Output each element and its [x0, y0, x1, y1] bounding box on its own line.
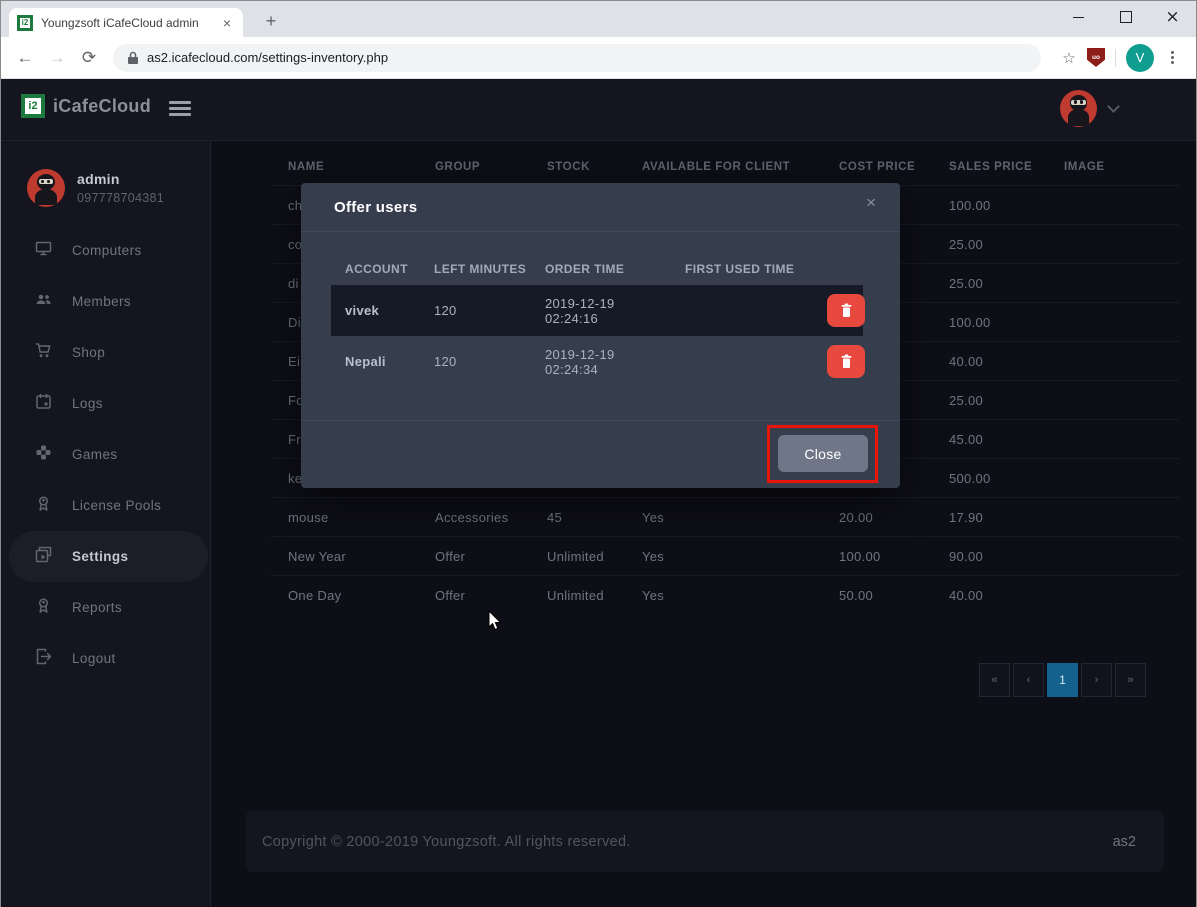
offer-user-row: Nepali 120 2019-12-19 02:24:34 — [331, 336, 863, 387]
delete-offer-user-button[interactable] — [827, 345, 865, 378]
maximize-button[interactable] — [1102, 1, 1149, 33]
user-avatar — [27, 169, 65, 207]
page-last[interactable]: » — [1115, 663, 1146, 697]
offer-users-modal: Offer users × ACCOUNT LEFT MINUTES ORDER… — [301, 183, 900, 488]
col-group: GROUP — [418, 149, 530, 185]
members-icon — [35, 291, 52, 313]
col-cost-price: COST PRICE — [822, 149, 932, 185]
sidebar-item-license-pools[interactable]: License Pools — [9, 480, 208, 531]
col-image: IMAGE — [1047, 149, 1179, 185]
minimize-icon — [1073, 17, 1084, 18]
col-available: AVAILABLE FOR CLIENT — [625, 149, 822, 185]
col-sales-price: SALES PRICE — [932, 149, 1047, 185]
refresh-button[interactable]: ⟳ — [75, 44, 103, 72]
user-name: admin — [77, 171, 164, 187]
address-bar[interactable]: as2.icafecloud.com/settings-inventory.ph… — [113, 44, 1041, 72]
mcol-account: ACCOUNT — [331, 262, 420, 276]
col-name: NAME — [271, 149, 418, 185]
bookmark-star-icon[interactable]: ☆ — [1055, 44, 1083, 72]
modal-table-body: vivek 120 2019-12-19 02:24:16 — [331, 285, 863, 387]
logo-text: iCafeCloud — [53, 96, 151, 117]
modal-table-header: ACCOUNT LEFT MINUTES ORDER TIME FIRST US… — [331, 262, 863, 276]
user-phone: 097778704381 — [77, 191, 164, 205]
reports-icon — [35, 597, 52, 619]
table-row[interactable]: One Day Offer Unlimited Yes 50.00 40.00 — [271, 575, 1179, 614]
icafecloud-logo-icon: i2 — [21, 94, 45, 118]
browser-menu-icon[interactable] — [1158, 51, 1186, 64]
computers-icon — [35, 240, 52, 262]
sidebar-item-logout[interactable]: Logout — [9, 633, 208, 684]
maximize-icon — [1120, 11, 1132, 23]
page-1[interactable]: 1 — [1047, 663, 1078, 697]
browser-profile-avatar[interactable]: V — [1126, 44, 1154, 72]
delete-offer-user-button[interactable] — [827, 294, 865, 327]
footer-panel: Copyright © 2000-2019 Youngzsoft. All ri… — [246, 811, 1164, 872]
offer-user-row: vivek 120 2019-12-19 02:24:16 — [331, 285, 863, 336]
mcol-left-minutes: LEFT MINUTES — [420, 262, 531, 276]
sidebar-profile: admin 097778704381 — [1, 141, 210, 207]
app-header: i2 iCafeCloud — [1, 79, 1196, 141]
close-window-icon: × — [1165, 9, 1179, 26]
menu-toggle-icon[interactable] — [169, 101, 191, 116]
logout-icon — [35, 648, 52, 670]
server-label: as2 — [1113, 834, 1136, 850]
back-button[interactable]: ← — [11, 44, 39, 72]
sidebar-item-settings[interactable]: Settings — [9, 531, 208, 582]
site-favicon: i2 — [17, 15, 33, 31]
mcol-first-used-time: FIRST USED TIME — [671, 262, 799, 276]
sidebar-item-members[interactable]: Members — [9, 276, 208, 327]
brand[interactable]: i2 iCafeCloud — [21, 94, 151, 118]
logs-icon — [35, 393, 52, 415]
pagination: « ‹ 1 › » — [979, 663, 1146, 697]
sidebar: admin 097778704381 Computers Members — [1, 141, 211, 907]
settings-icon — [35, 546, 52, 568]
header-user-menu[interactable] — [1060, 90, 1118, 127]
games-icon — [35, 444, 52, 466]
forward-button[interactable]: → — [43, 44, 71, 72]
lock-icon — [127, 51, 139, 65]
ublock-extension-icon[interactable]: uo — [1087, 48, 1105, 67]
trash-icon — [840, 303, 853, 318]
page-next[interactable]: › — [1081, 663, 1112, 697]
tab-close-icon[interactable]: × — [219, 15, 235, 31]
sidebar-item-games[interactable]: Games — [9, 429, 208, 480]
browser-tab-bar: i2 Youngzsoft iCafeCloud admin × + × — [1, 1, 1196, 37]
mcol-order-time: ORDER TIME — [531, 262, 671, 276]
trash-icon — [840, 354, 853, 369]
app-page: i2 iCafeCloud — [1, 79, 1196, 907]
sidebar-item-reports[interactable]: Reports — [9, 582, 208, 633]
nav-separator — [1115, 49, 1116, 67]
header-avatar — [1060, 90, 1097, 127]
new-tab-button[interactable]: + — [257, 7, 285, 35]
close-window-button[interactable]: × — [1149, 1, 1196, 33]
shop-icon — [35, 342, 52, 364]
inventory-table-header: NAME GROUP STOCK AVAILABLE FOR CLIENT CO… — [271, 149, 1179, 185]
sidebar-nav: Computers Members Shop — [1, 225, 210, 684]
tab-title: Youngzsoft iCafeCloud admin — [41, 16, 211, 30]
modal-close-icon[interactable]: × — [866, 193, 876, 213]
window-controls: × — [1055, 1, 1196, 37]
minimize-button[interactable] — [1055, 1, 1102, 33]
browser-tab[interactable]: i2 Youngzsoft iCafeCloud admin × — [9, 8, 243, 37]
chevron-down-icon — [1107, 100, 1120, 113]
browser-window: i2 Youngzsoft iCafeCloud admin × + × ← →… — [0, 0, 1197, 907]
url-text: as2.icafecloud.com/settings-inventory.ph… — [147, 50, 388, 65]
sidebar-item-shop[interactable]: Shop — [9, 327, 208, 378]
col-stock: STOCK — [530, 149, 625, 185]
copyright-text: Copyright © 2000-2019 Youngzsoft. All ri… — [262, 834, 631, 850]
modal-title: Offer users — [334, 199, 417, 216]
page-prev[interactable]: ‹ — [1013, 663, 1044, 697]
sidebar-item-logs[interactable]: Logs — [9, 378, 208, 429]
modal-header: Offer users × — [301, 183, 900, 232]
sidebar-item-computers[interactable]: Computers — [9, 225, 208, 276]
page-first[interactable]: « — [979, 663, 1010, 697]
table-row[interactable]: New Year Offer Unlimited Yes 100.00 90.0… — [271, 536, 1179, 575]
table-row[interactable]: mouse Accessories 45 Yes 20.00 17.90 — [271, 497, 1179, 536]
browser-nav-bar: ← → ⟳ as2.icafecloud.com/settings-invent… — [1, 37, 1196, 79]
close-button[interactable]: Close — [778, 435, 868, 472]
modal-footer-divider — [301, 420, 900, 421]
license-pools-icon — [35, 495, 52, 517]
